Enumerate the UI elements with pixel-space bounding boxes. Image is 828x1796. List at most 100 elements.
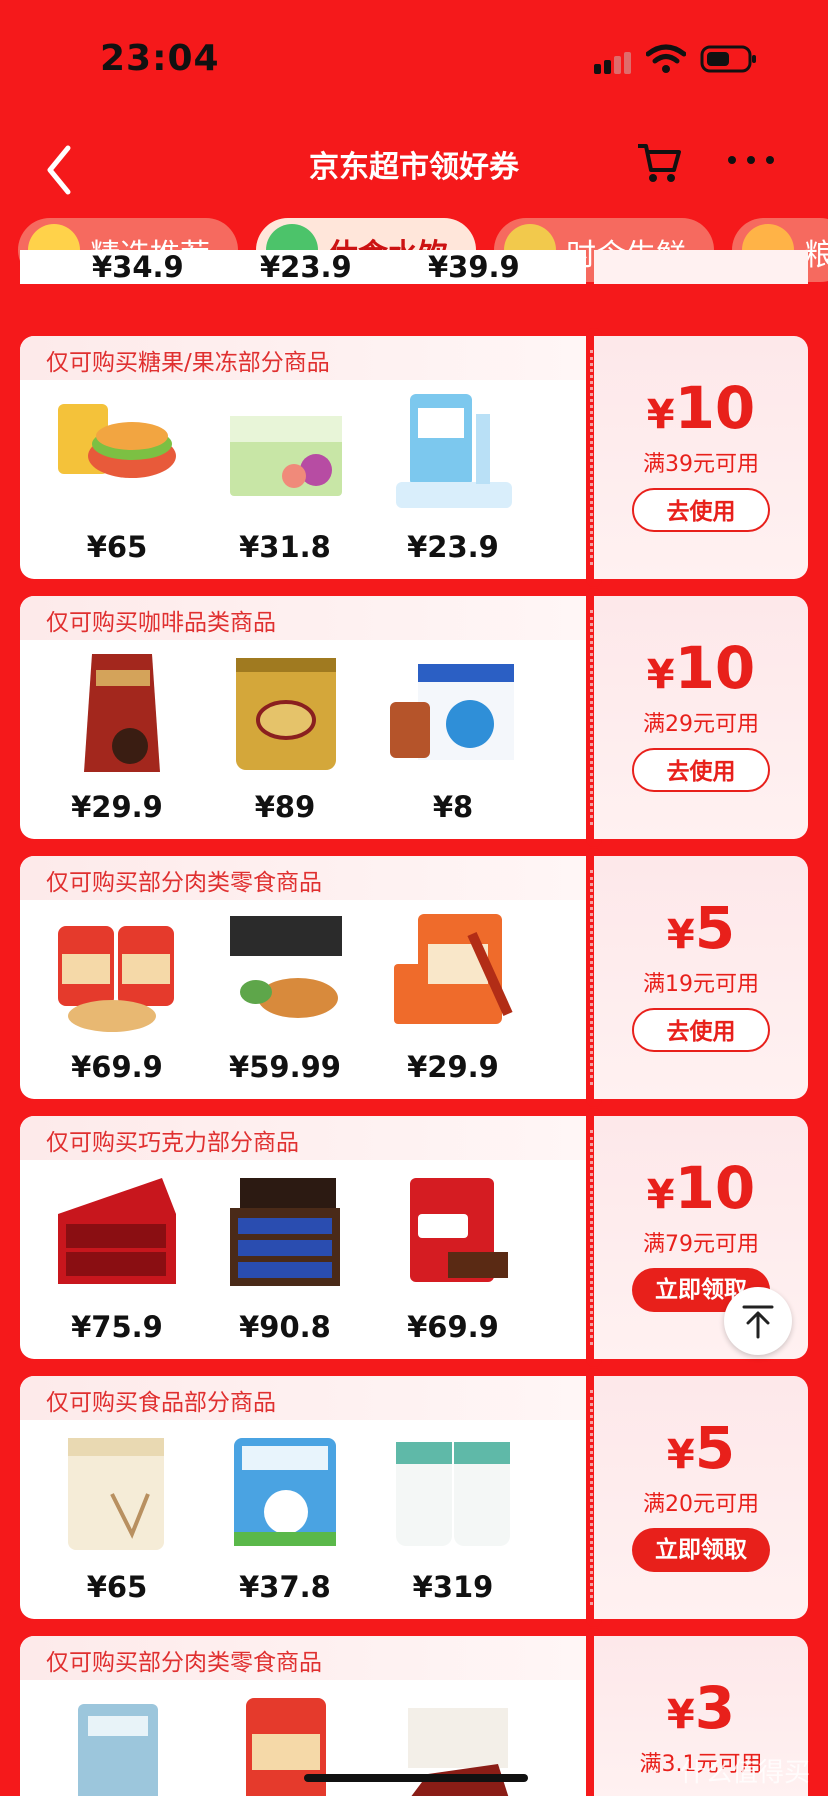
signal-icon <box>594 52 631 74</box>
claim-coupon-button[interactable]: 立即领取 <box>632 1528 770 1572</box>
use-coupon-button[interactable]: 去使用 <box>632 488 770 532</box>
product-image <box>390 664 514 760</box>
coupon-card: 仅可购买巧克力部分商品 ¥75.9 ¥90.8 ¥69.9 ¥10 满79元可用… <box>20 1108 808 1367</box>
product-price: ¥69.9 <box>71 1050 163 1084</box>
product-image <box>396 394 512 508</box>
product-item[interactable]: ¥59.99 <box>210 914 360 1092</box>
coupon-card: 仅可购买糖果/果冻部分商品 ¥65 ¥31.8 ¥23.9 ¥10 满39元可用… <box>20 328 808 587</box>
product-item[interactable]: ¥89 <box>210 654 360 832</box>
product-price: ¥29.9 <box>407 1050 499 1084</box>
product-price: ¥29.9 <box>71 790 163 824</box>
nav-bar: 京东超市领好券 <box>0 120 828 220</box>
coupon-title: 仅可购买食品部分商品 <box>46 1390 276 1416</box>
product-item[interactable]: ¥37.8 <box>210 1434 360 1612</box>
product-item[interactable]: ¥29.9 <box>42 654 192 832</box>
product-image <box>84 654 160 772</box>
product-price: ¥65 <box>86 1570 148 1604</box>
product-item[interactable]: ¥90.8 <box>210 1174 360 1352</box>
product-price: ¥23.9 <box>407 530 499 564</box>
coupon-title: 仅可购买咖啡品类商品 <box>46 610 276 636</box>
product-image <box>68 1438 164 1550</box>
product-item[interactable]: ¥8 <box>378 654 528 832</box>
battery-icon <box>700 45 756 73</box>
product-item[interactable]: ¥69.9 <box>378 1174 528 1352</box>
wifi-icon <box>646 44 686 73</box>
product-item[interactable]: ¥75.9 <box>42 1174 192 1352</box>
use-coupon-button[interactable]: 去使用 <box>632 748 770 792</box>
coupon-value: ¥5 满19元可用 去使用 <box>594 856 808 1099</box>
price: ¥39.9 <box>428 250 520 284</box>
product-item[interactable]: ¥31.8 <box>210 394 360 572</box>
coupon-card: 仅可购买部分肉类零食商品 ¥69.9 ¥59.99 ¥29.9 ¥5 满19元可… <box>20 848 808 1107</box>
product-item[interactable]: ¥29.9 <box>378 914 528 1092</box>
card-header: 仅可购买巧克力部分商品 <box>20 1116 586 1160</box>
product-image <box>394 914 513 1024</box>
coupon-amount: ¥10 <box>646 374 756 442</box>
product-price: ¥75.9 <box>71 1310 163 1344</box>
card-products: 仅可购买部分肉类零食商品 ¥69.9 ¥59.99 ¥29.9 <box>20 856 586 1099</box>
cart-icon[interactable] <box>634 138 684 188</box>
card-gap <box>0 284 828 336</box>
coupon-title: 仅可购买巧克力部分商品 <box>46 1130 299 1156</box>
card-products: 仅可购买咖啡品类商品 ¥29.9 ¥89 ¥8 <box>20 596 586 839</box>
card-header: 仅可购买部分肉类零食商品 <box>20 856 586 900</box>
product-price: ¥90.8 <box>239 1310 331 1344</box>
watermark: 什么值得买 <box>680 1758 811 1788</box>
price: ¥23.9 <box>260 250 352 284</box>
card-header: 仅可购买咖啡品类商品 <box>20 596 586 640</box>
product-image <box>410 1178 508 1282</box>
coupon-condition: 满39元可用 <box>643 452 759 477</box>
product-item[interactable]: ¥65 <box>42 1434 192 1612</box>
product-price: ¥59.99 <box>229 1050 341 1084</box>
card-header: 仅可购买部分肉类零食商品 <box>20 1636 586 1680</box>
coupon-title: 仅可购买部分肉类零食商品 <box>46 1650 322 1676</box>
status-bar: 23:04 <box>0 0 828 120</box>
product-price: ¥89 <box>254 790 316 824</box>
product-image <box>230 1178 340 1286</box>
product-image <box>78 1704 158 1796</box>
product-price: ¥37.8 <box>239 1570 331 1604</box>
status-time: 23:04 <box>100 38 220 79</box>
card-products: 仅可购买糖果/果冻部分商品 ¥65 ¥31.8 ¥23.9 <box>20 336 586 579</box>
coupon-amount: ¥10 <box>646 634 756 702</box>
product-image <box>58 404 176 478</box>
back-to-top-button[interactable] <box>724 1287 792 1355</box>
coupon-value: ¥10 满29元可用 去使用 <box>594 596 808 839</box>
product-price: ¥31.8 <box>239 530 331 564</box>
coupon-amount: ¥3 <box>666 1674 736 1742</box>
product-item[interactable]: ¥23.9 <box>378 394 528 572</box>
product-image <box>58 1178 176 1284</box>
page-title: 京东超市领好券 <box>309 150 519 185</box>
coupon-amount: ¥5 <box>666 1414 736 1482</box>
product-image <box>228 916 344 1028</box>
product-image <box>396 1442 510 1546</box>
coupon-card: 仅可购买咖啡品类商品 ¥29.9 ¥89 ¥8 ¥10 满29元可用 去使用 <box>20 588 808 847</box>
coupon-title: 仅可购买部分肉类零食商品 <box>46 870 322 896</box>
product-item[interactable]: ¥65 <box>42 394 192 572</box>
product-image <box>234 1438 336 1546</box>
coupon-value: ¥10 满39元可用 去使用 <box>594 336 808 579</box>
coupon-title: 仅可购买糖果/果冻部分商品 <box>46 350 330 376</box>
coupon-condition: 满79元可用 <box>643 1232 759 1257</box>
arrow-up-icon <box>742 1305 774 1339</box>
coupon-condition: 满20元可用 <box>643 1492 759 1517</box>
home-indicator <box>304 1774 528 1782</box>
coupon-amount: ¥5 <box>666 894 736 962</box>
product-price: ¥69.9 <box>407 1310 499 1344</box>
coupon-card: 仅可购买食品部分商品 ¥65 ¥37.8 ¥319 ¥5 满20元可用 立即领取 <box>20 1368 808 1627</box>
product-price: ¥65 <box>86 530 148 564</box>
more-icon[interactable] <box>726 152 776 168</box>
card-products: 仅可购买食品部分商品 ¥65 ¥37.8 ¥319 <box>20 1376 586 1619</box>
coupon-amount: ¥10 <box>646 1154 756 1222</box>
product-item[interactable] <box>42 1694 192 1796</box>
product-price: ¥319 <box>412 1570 494 1604</box>
coupon-value: ¥5 满20元可用 立即领取 <box>594 1376 808 1619</box>
price: ¥34.9 <box>92 250 184 284</box>
product-image <box>236 658 336 770</box>
product-item[interactable]: ¥319 <box>378 1434 528 1612</box>
product-item[interactable]: ¥69.9 <box>42 914 192 1092</box>
product-image <box>230 416 342 496</box>
card-header: 仅可购买食品部分商品 <box>20 1376 586 1420</box>
use-coupon-button[interactable]: 去使用 <box>632 1008 770 1052</box>
card-products: 仅可购买巧克力部分商品 ¥75.9 ¥90.8 ¥69.9 <box>20 1116 586 1359</box>
